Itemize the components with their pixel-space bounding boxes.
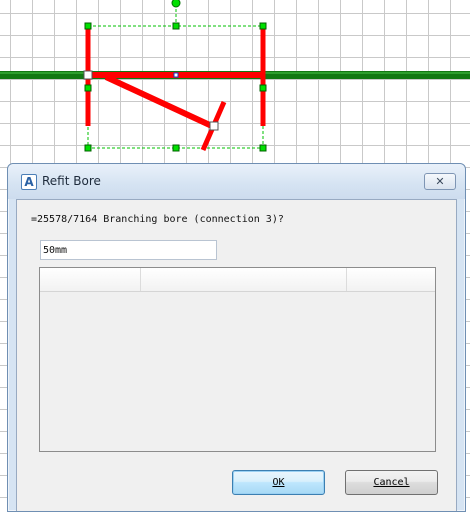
bore-size-input[interactable]: 50mm: [40, 240, 217, 260]
connection-marker-1[interactable]: [83, 70, 93, 80]
prompt-text: =25578/7164 Branching bore (connection 3…: [31, 214, 284, 225]
resize-handle-e[interactable]: [259, 84, 267, 92]
center-marker[interactable]: [173, 72, 179, 78]
list-column-2[interactable]: [141, 268, 347, 291]
app-icon-glyph: A: [24, 175, 34, 189]
close-button[interactable]: ✕: [424, 173, 456, 190]
bore-branch-diagonal[interactable]: [104, 74, 216, 130]
list-header: [40, 268, 435, 292]
dialog-client-area: =25578/7164 Branching bore (connection 3…: [16, 199, 457, 511]
selection-box: [87, 25, 264, 149]
dialog-title: Refit Bore: [42, 174, 101, 188]
app-icon: A: [21, 174, 37, 190]
rotation-handle[interactable]: [171, 0, 181, 8]
resize-handle-se[interactable]: [259, 144, 267, 152]
resize-handle-n[interactable]: [172, 22, 180, 30]
resize-handle-sw[interactable]: [84, 144, 92, 152]
list-column-3[interactable]: [347, 268, 435, 291]
cancel-button[interactable]: Cancel: [345, 470, 438, 495]
ok-button[interactable]: OK: [232, 470, 325, 495]
resize-handle-s[interactable]: [172, 144, 180, 152]
list-column-1[interactable]: [40, 268, 141, 291]
dialog-titlebar[interactable]: A Refit Bore ✕: [8, 164, 465, 199]
resize-handle-nw[interactable]: [84, 22, 92, 30]
resize-handle-ne[interactable]: [259, 22, 267, 30]
connection-marker-2[interactable]: [209, 121, 219, 131]
close-icon: ✕: [435, 175, 445, 188]
resize-handle-w[interactable]: [84, 84, 92, 92]
refit-bore-dialog: A Refit Bore ✕ =25578/7164 Branching bor…: [7, 163, 466, 512]
options-list[interactable]: [39, 267, 436, 452]
